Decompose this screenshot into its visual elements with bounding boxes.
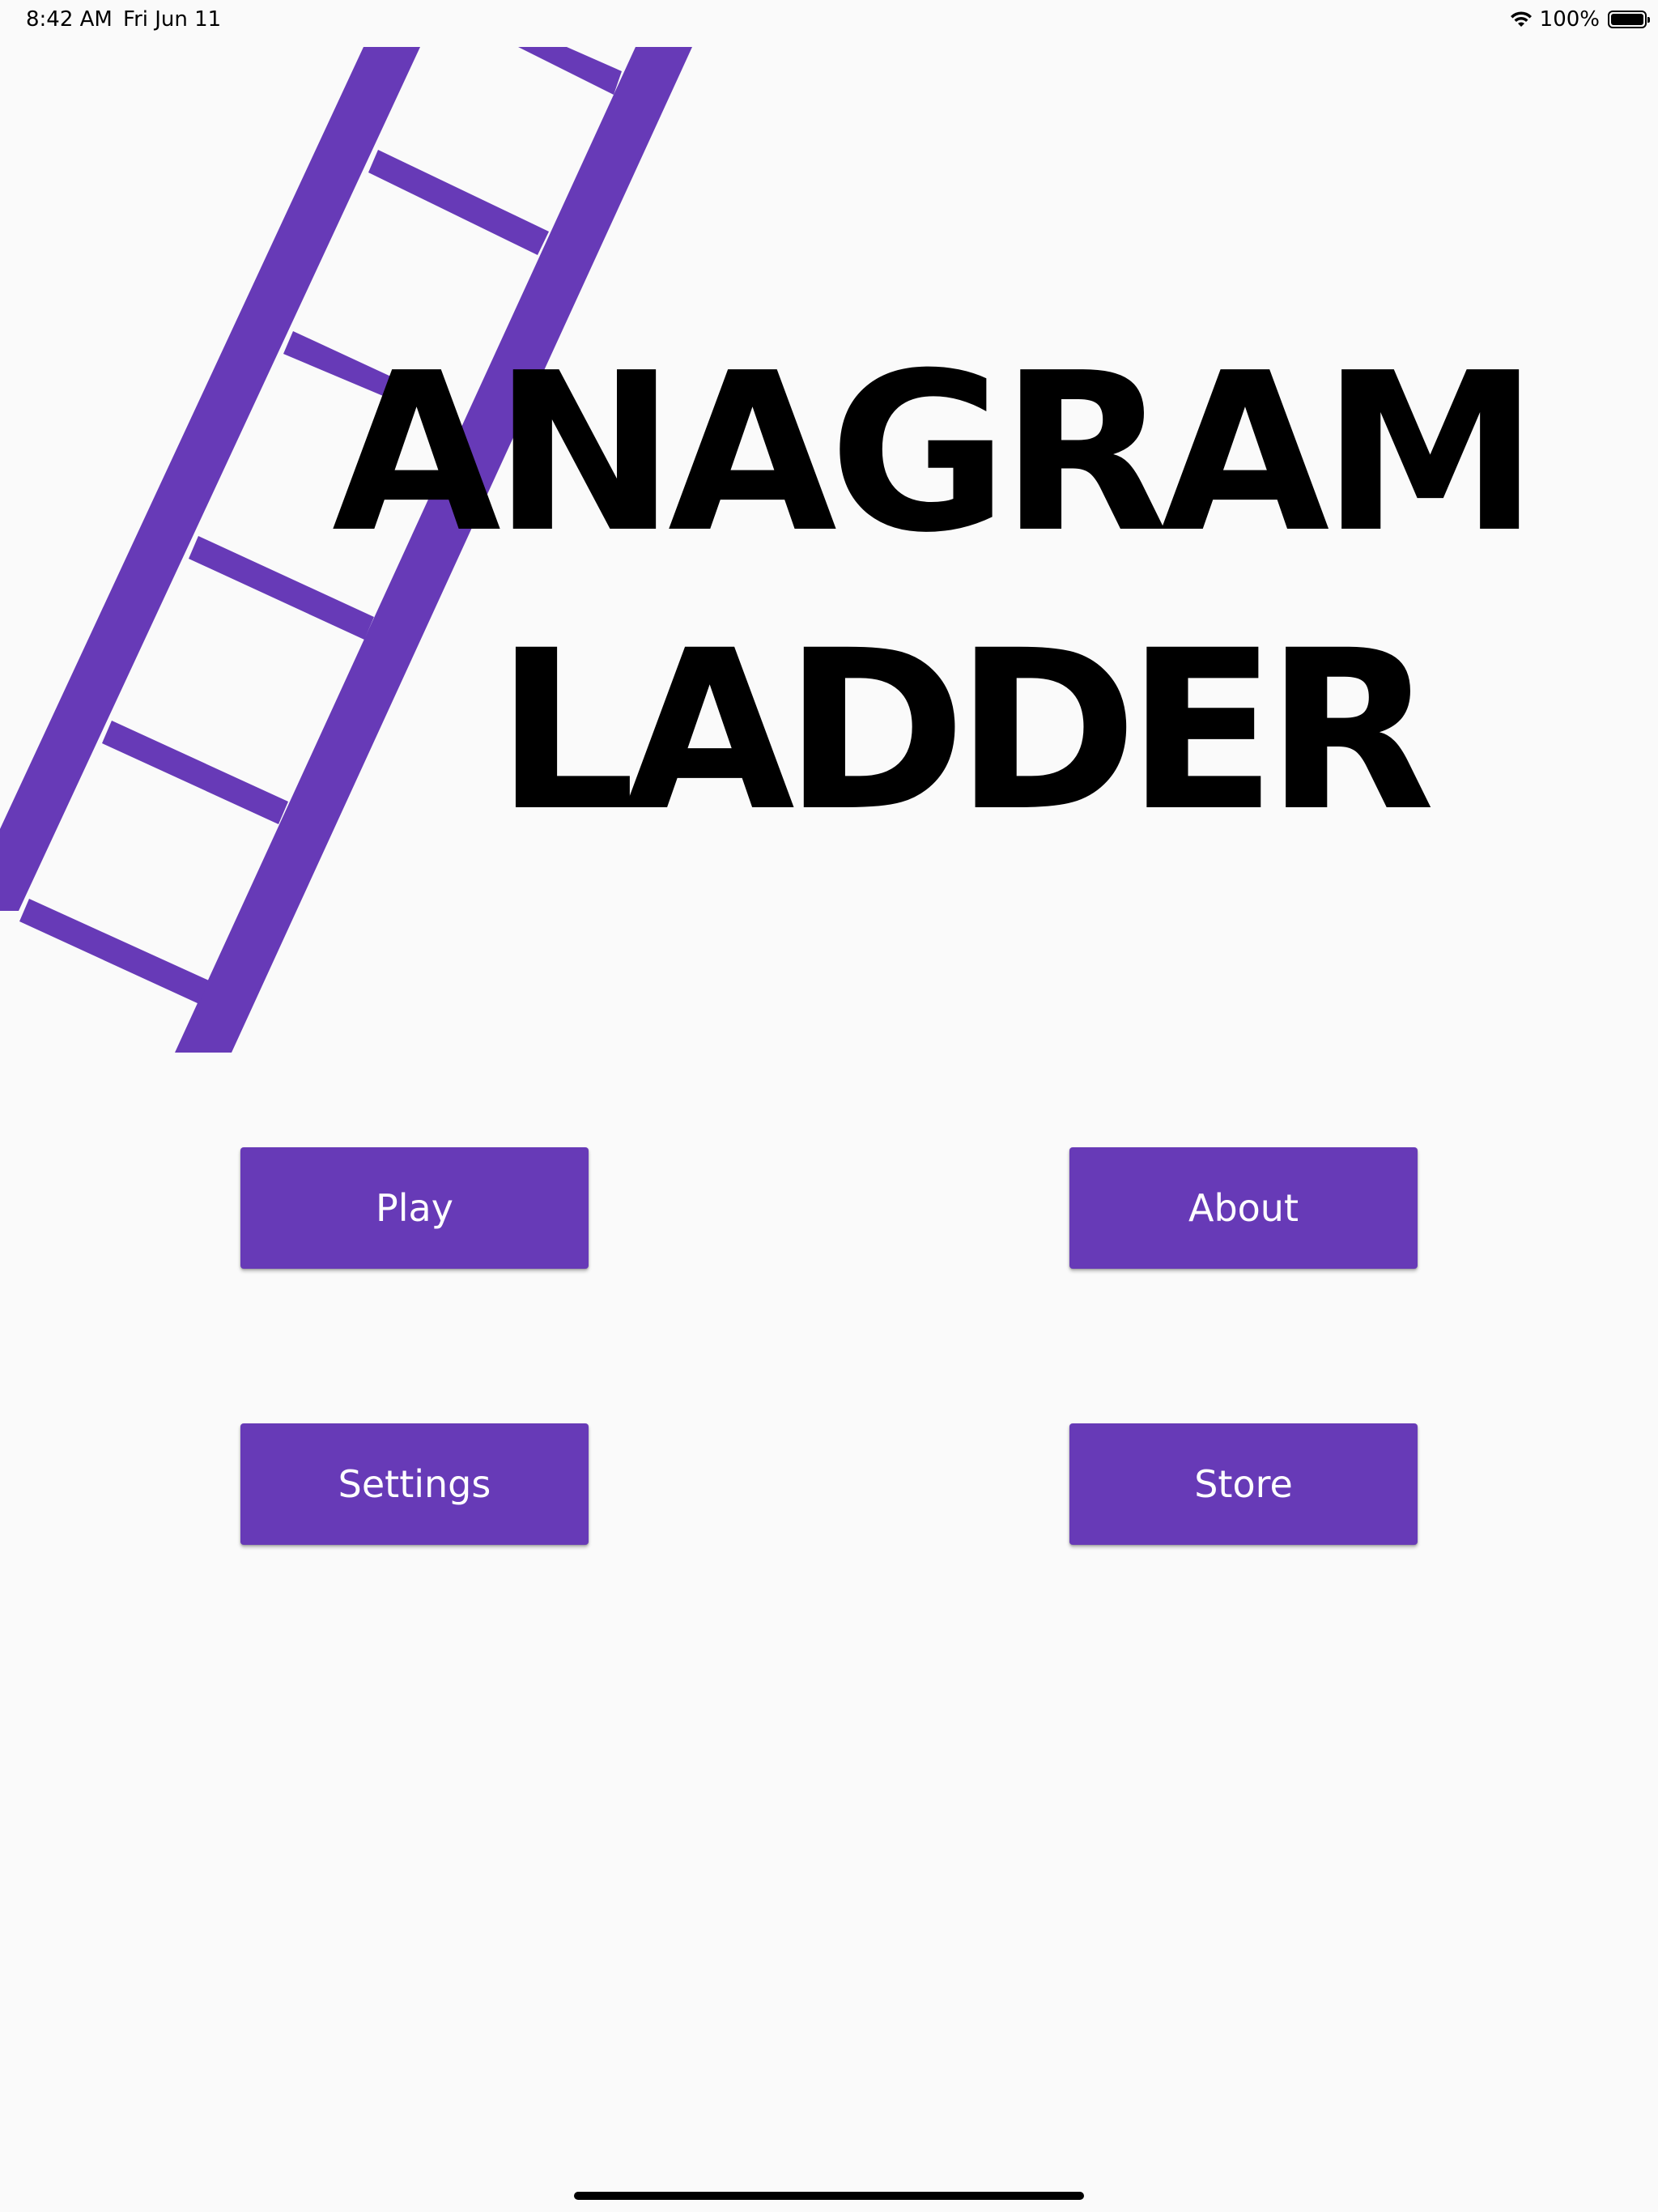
- ladder-rung: [368, 150, 549, 255]
- ladder-rung: [19, 899, 209, 1004]
- play-button[interactable]: Play: [240, 1147, 589, 1269]
- store-button[interactable]: Store: [1069, 1423, 1418, 1545]
- settings-button[interactable]: Settings: [240, 1423, 589, 1545]
- ladder-rung: [102, 721, 288, 824]
- title-anagram: ANAGRAM: [332, 325, 1539, 581]
- title-ladder: LADDER: [495, 604, 1435, 860]
- about-button[interactable]: About: [1069, 1147, 1418, 1269]
- ladder-rung: [518, 47, 622, 95]
- home-indicator[interactable]: [574, 2192, 1084, 2200]
